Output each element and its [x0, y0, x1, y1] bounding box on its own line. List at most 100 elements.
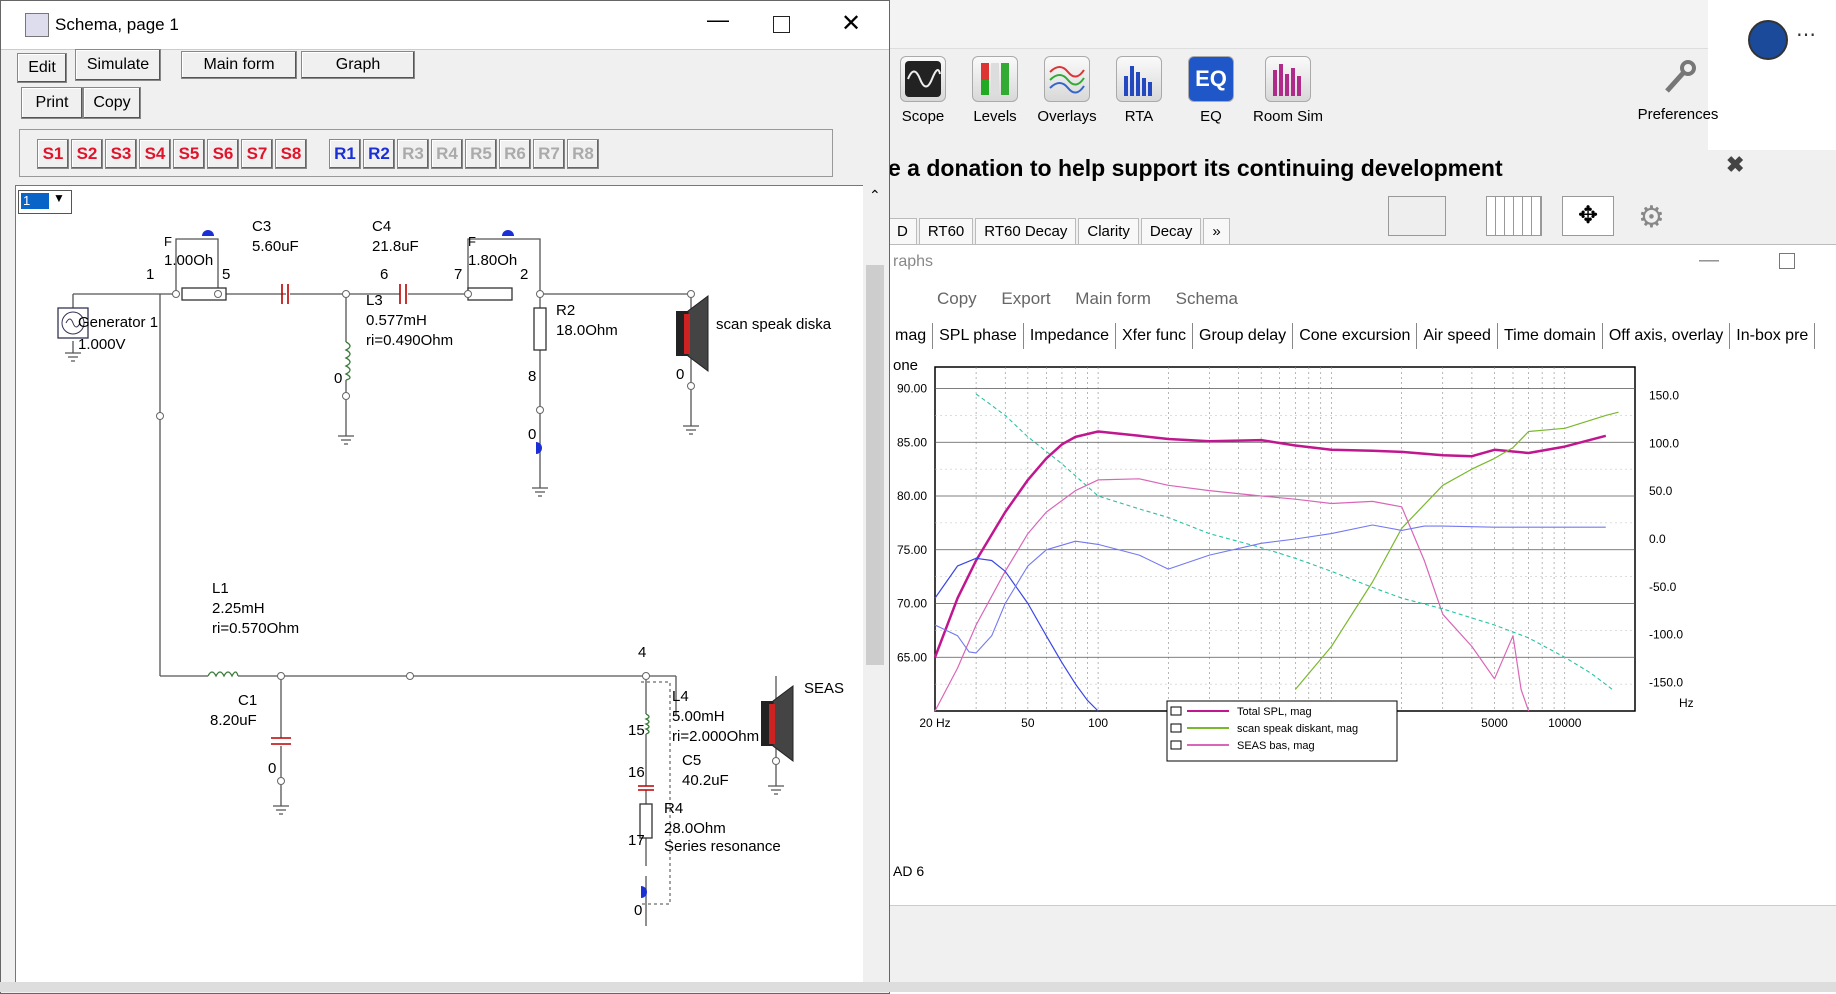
l3-label: L3 [366, 292, 383, 309]
scope-icon [900, 56, 946, 102]
tool-label: RTA [1124, 108, 1154, 125]
ref-button-r8[interactable]: R8 [567, 139, 599, 169]
maximize-icon[interactable] [773, 16, 790, 33]
rew-titlebar [888, 0, 1708, 49]
y-tick-label: 70.00 [897, 597, 927, 611]
layout-toggle-icon[interactable] [1388, 196, 1446, 236]
print-button[interactable]: Print [21, 87, 83, 119]
menu-main-form[interactable]: Main form [1075, 289, 1151, 308]
legend-entry: Total SPL, mag [1237, 706, 1312, 718]
vertical-scrollbar[interactable]: ⌃ [863, 185, 887, 985]
x-tick-label: 100 [1088, 716, 1108, 730]
y2-tick-label: -50.0 [1649, 580, 1677, 594]
sim-button-s1[interactable]: S1 [37, 139, 69, 169]
r2-value: 18.0Ohm [556, 322, 618, 339]
minimize-icon[interactable]: — [1699, 249, 1719, 272]
node-label: 0 [334, 370, 343, 387]
l1-label: L1 [212, 580, 229, 597]
sim-button-s4[interactable]: S4 [139, 139, 171, 169]
tool-room-sim[interactable]: Room Sim [1248, 56, 1328, 125]
node-label: 17 [628, 832, 645, 849]
edit-menu-button[interactable]: Edit [17, 53, 67, 83]
tab-clarity[interactable]: Clarity [1078, 218, 1139, 245]
schema-titlebar: Schema, page 1 — ✕ [1, 1, 889, 50]
tab-decay[interactable]: Decay [1140, 218, 1202, 245]
sim-button-s8[interactable]: S8 [275, 139, 307, 169]
l1-ri: ri=0.570Ohm [212, 620, 300, 637]
tool-levels[interactable]: Levels [960, 56, 1030, 125]
tool-preferences[interactable]: Preferences [1628, 56, 1728, 123]
ref-button-r6[interactable]: R6 [499, 139, 531, 169]
minimize-icon[interactable]: — [707, 7, 729, 33]
tab-xfer-func[interactable]: Xfer func [1116, 323, 1194, 349]
c1-label: C1 [238, 692, 258, 709]
node-label: 7 [454, 266, 463, 283]
move-icon[interactable]: ✥ [1562, 196, 1614, 236]
tab-cone-excursion[interactable]: Cone excursion [1293, 323, 1418, 349]
tool-scope[interactable]: Scope [888, 56, 958, 125]
tab-group-delay[interactable]: Group delay [1193, 323, 1294, 349]
eq-icon: EQ [1188, 56, 1234, 102]
ref-button-r7[interactable]: R7 [533, 139, 565, 169]
tab-rt60-decay[interactable]: RT60 Decay [975, 218, 1077, 245]
menu-export[interactable]: Export [1001, 289, 1050, 308]
menu-copy[interactable]: Copy [937, 289, 977, 308]
tool-label: Preferences [1637, 106, 1719, 123]
node-label: 1 [146, 266, 155, 283]
y2-tick-label: -150.0 [1649, 675, 1683, 689]
tab-rt60[interactable]: RT60 [918, 218, 974, 245]
tool-rta[interactable]: RTA [1104, 56, 1174, 125]
close-banner-icon[interactable]: ✖ [1726, 152, 1744, 178]
columns-icon[interactable] [1486, 196, 1542, 236]
tab-impedance[interactable]: Impedance [1024, 323, 1116, 349]
legend-checkbox [1170, 723, 1182, 733]
y-tick-label: 85.00 [897, 435, 927, 449]
tab-d[interactable]: D [888, 218, 917, 245]
ref-button-r1[interactable]: R1 [329, 139, 361, 169]
tab-air-speed[interactable]: Air speed [1417, 323, 1498, 349]
y-tick-label: 75.00 [897, 543, 927, 557]
menu-schema[interactable]: Schema [1176, 289, 1238, 308]
tool-eq[interactable]: EQ EQ [1176, 56, 1246, 125]
legend-entry: SEAS bas, mag [1237, 740, 1315, 752]
tab-time-domain[interactable]: Time domain [1498, 323, 1603, 349]
ref-button-r2[interactable]: R2 [363, 139, 395, 169]
copy-button[interactable]: Copy [83, 87, 141, 119]
tab-off-axis[interactable]: Off axis, overlay [1603, 323, 1731, 349]
r2-label: R2 [556, 302, 576, 319]
tab-in-box[interactable]: In-box pre [1730, 323, 1816, 349]
simulate-menu-button[interactable]: Simulate [75, 49, 161, 81]
tab-mag[interactable]: mag [889, 323, 934, 349]
y-tick-label: 80.00 [897, 489, 927, 503]
f2-value: 1.80Oh [468, 252, 518, 269]
scroll-up-icon[interactable]: ⌃ [869, 187, 881, 204]
l4-ri: ri=2.000Ohm [672, 728, 760, 745]
schematic-canvas[interactable]: 1 ▼ Generator 1 1.000V 1 F 1.00Oh 5 C3 5… [15, 185, 865, 987]
tweeter-label: scan speak diska [716, 316, 832, 333]
more-options-icon[interactable]: ⋯ [1796, 22, 1816, 47]
l1-value: 2.25mH [212, 600, 265, 617]
ref-button-r4[interactable]: R4 [431, 139, 463, 169]
avatar[interactable] [1748, 20, 1788, 60]
settings-gear-icon[interactable]: ⚙ [1638, 200, 1665, 235]
donation-banner[interactable]: e a donation to help support its continu… [888, 148, 1708, 188]
graphs-titlebar: raphs — [889, 245, 1836, 281]
tab-spl-phase[interactable]: SPL phase [933, 323, 1024, 349]
sim-button-s2[interactable]: S2 [71, 139, 103, 169]
close-icon[interactable]: ✕ [841, 9, 861, 38]
sim-button-s6[interactable]: S6 [207, 139, 239, 169]
tool-overlays[interactable]: Overlays [1032, 56, 1102, 125]
c1-value: 8.20uF [210, 712, 257, 729]
graph-button[interactable]: Graph [301, 51, 415, 79]
legend-checkbox [1170, 706, 1182, 716]
sim-button-s5[interactable]: S5 [173, 139, 205, 169]
tab-more[interactable]: » [1203, 218, 1230, 245]
sim-button-s7[interactable]: S7 [241, 139, 273, 169]
sim-button-s3[interactable]: S3 [105, 139, 137, 169]
c5-label: C5 [682, 752, 702, 769]
scrollbar-thumb[interactable] [866, 265, 884, 665]
maximize-icon[interactable] [1779, 253, 1795, 269]
ref-button-r3[interactable]: R3 [397, 139, 429, 169]
ref-button-r5[interactable]: R5 [465, 139, 497, 169]
main-form-button[interactable]: Main form [181, 51, 297, 79]
